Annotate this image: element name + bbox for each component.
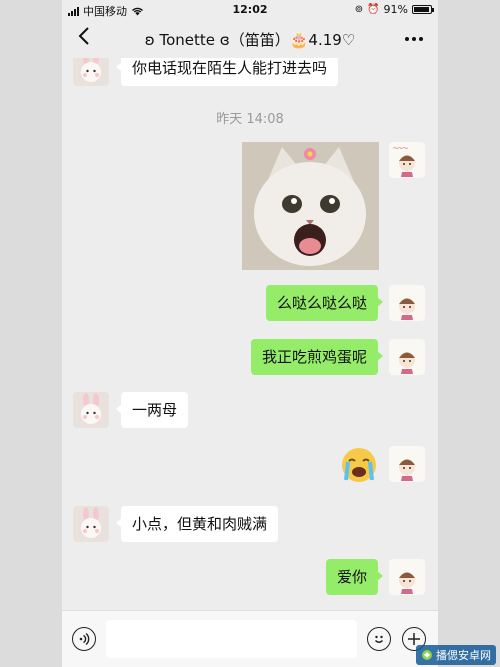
site-watermark: 播偲安卓网 [416, 645, 496, 665]
battery-icon [412, 5, 434, 14]
contact-avatar[interactable] [73, 58, 109, 86]
bunny-avatar-icon [81, 58, 101, 82]
more-button[interactable] [404, 28, 424, 46]
message-input[interactable] [106, 620, 357, 658]
more-dots-icon [405, 37, 423, 41]
voice-icon [79, 632, 90, 646]
message-timestamp: 昨天 14:08 [216, 112, 284, 127]
my-avatar[interactable] [389, 339, 425, 375]
my-avatar[interactable] [389, 559, 425, 595]
girl-avatar-icon [399, 459, 415, 481]
my-avatar[interactable]: ～～～ [389, 142, 425, 178]
contact-avatar[interactable] [73, 392, 109, 428]
battery-percent: 91% [383, 3, 408, 16]
message-bubble-incoming[interactable]: 小点，但黄和肉贼满 [115, 506, 279, 542]
cat-photo-image [242, 142, 379, 270]
crying-emoji-icon [342, 448, 376, 482]
plus-icon [408, 633, 420, 645]
lock-rotation-icon: ⊚ [354, 4, 364, 15]
message-bubble-outgoing[interactable]: 爱你 [325, 559, 384, 595]
battery-fill [414, 7, 429, 12]
girl-avatar-icon: ～～～ [393, 146, 415, 177]
cat-photo-message[interactable] [242, 142, 379, 270]
chat-title: ʚ Tonette ɞ（笛笛）🎂4.19♡ [144, 31, 356, 49]
girl-avatar-icon [399, 298, 415, 320]
chevron-left-icon [78, 27, 89, 45]
message-bubble-incoming[interactable]: 你电话现在陌生人能打进去吗 [115, 58, 339, 86]
message-list[interactable]: 你电话现在陌生人能打进去吗 昨天 14:08 ～～～ 么哒么哒么哒 我正吃煎鸡蛋… [62, 58, 438, 610]
emoji-button[interactable] [367, 627, 391, 651]
emoji-icon [375, 635, 383, 643]
girl-avatar-icon [399, 352, 415, 374]
watermark-logo-icon [422, 650, 432, 660]
bunny-avatar-icon [81, 393, 101, 424]
status-bar: 中国移动 12:02 ⊚ ⏰ 91% [62, 0, 438, 20]
status-right: ⊚ ⏰ 91% [354, 3, 434, 16]
my-avatar[interactable] [389, 285, 425, 321]
message-bubble-outgoing[interactable]: 么哒么哒么哒 [265, 285, 384, 321]
input-bar [62, 610, 438, 667]
message-bubble-incoming[interactable]: 一两母 [115, 392, 189, 428]
crying-emoji-sticker[interactable] [340, 446, 378, 484]
back-button[interactable] [72, 26, 96, 50]
bunny-avatar-icon [81, 507, 101, 538]
voice-button[interactable] [72, 627, 96, 651]
message-bubble-outgoing[interactable]: 我正吃煎鸡蛋呢 [250, 339, 384, 375]
alarm-icon: ⏰ [367, 4, 380, 15]
girl-avatar-icon [399, 572, 415, 594]
svg-text:～～～: ～～～ [393, 146, 408, 152]
nav-bar: ʚ Tonette ɞ（笛笛）🎂4.19♡ [62, 20, 438, 58]
chat-screen: 中国移动 12:02 ⊚ ⏰ 91% ʚ Tonette ɞ（笛笛）🎂4.19♡… [62, 0, 438, 667]
watermark-text: 播偲安卓网 [436, 649, 491, 662]
contact-avatar[interactable] [73, 506, 109, 542]
my-avatar[interactable] [389, 446, 425, 482]
